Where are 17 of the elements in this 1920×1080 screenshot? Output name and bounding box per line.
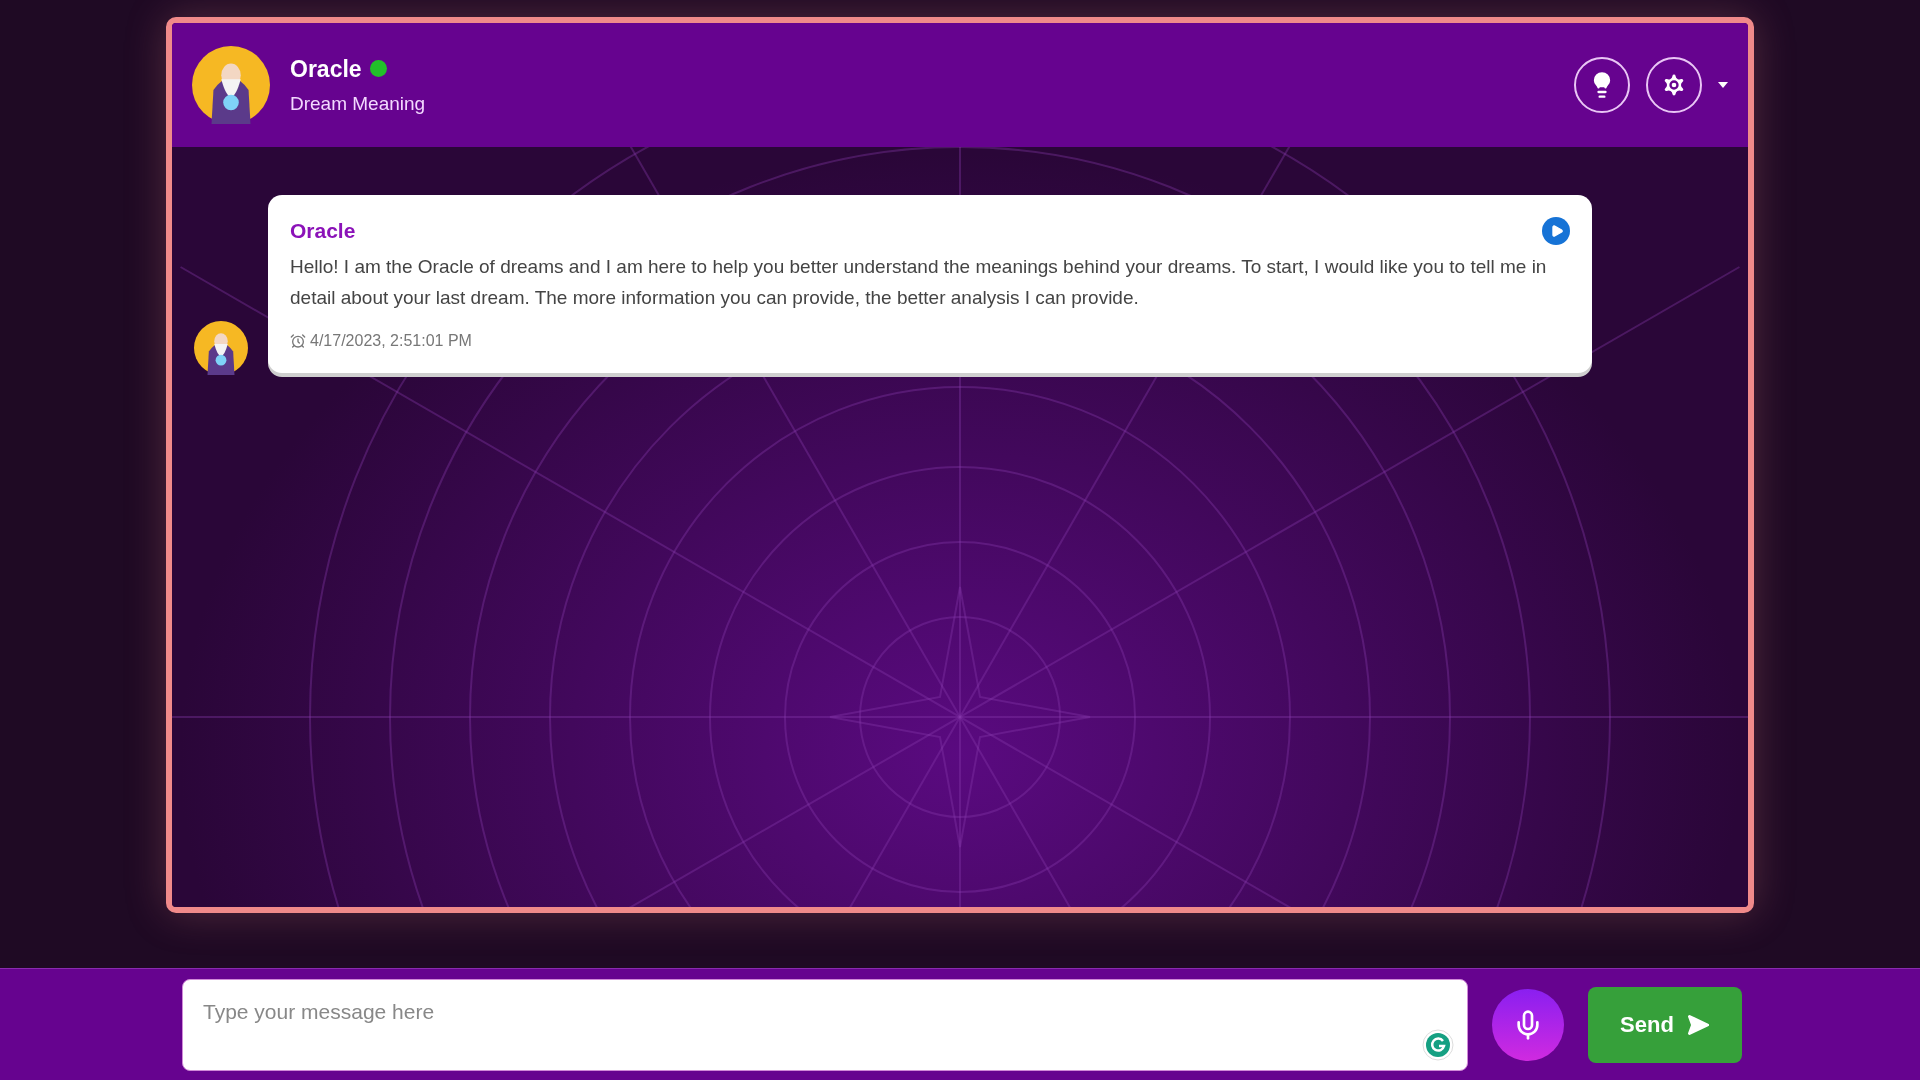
bot-name: Oracle: [290, 54, 362, 84]
message-input[interactable]: Type your message here: [182, 978, 1468, 1071]
wizard-avatar-icon: [192, 46, 270, 124]
tips-button[interactable]: [1574, 57, 1630, 113]
message-sender: Oracle: [290, 218, 356, 244]
wizard-avatar-icon: [194, 320, 248, 375]
message-text: Hello! I am the Oracle of dreams and I am here to help you better understand the meanings behind your dreams. To start, I would like you to tell me in detail about your last dream. The more information you can provide, the better analysis I can provide.: [290, 254, 1548, 310]
message-timestamp: 4/17/2023, 2:51:01 PM: [310, 330, 472, 351]
play-icon: [1550, 223, 1564, 238]
dropdown-caret-icon[interactable]: [1718, 82, 1728, 88]
settings-button[interactable]: [1646, 57, 1702, 113]
alarm-clock-icon: [290, 332, 306, 349]
play-audio-button[interactable]: [1542, 216, 1570, 245]
grammar-check-icon[interactable]: [1422, 1028, 1454, 1061]
send-arrow-icon: [1685, 1012, 1710, 1037]
bot-subtitle: Dream Meaning: [290, 92, 426, 116]
send-button[interactable]: Send: [1588, 986, 1742, 1063]
